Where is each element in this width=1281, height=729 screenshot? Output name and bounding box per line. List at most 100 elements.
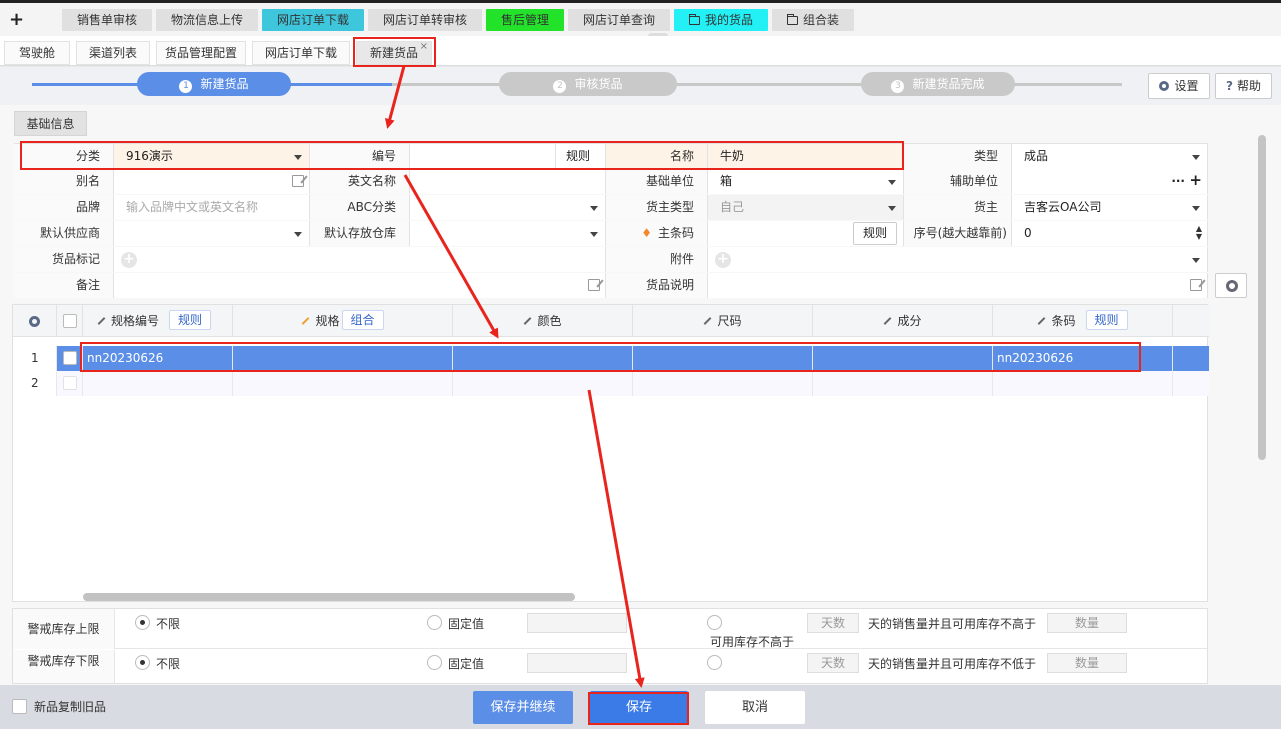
- upper-fixed-input[interactable]: [527, 613, 627, 633]
- owner-type-select[interactable]: 自己: [708, 195, 904, 220]
- material-cell[interactable]: [813, 371, 993, 396]
- remark-input[interactable]: [114, 273, 606, 298]
- upper-sales-radio[interactable]: [707, 615, 722, 630]
- edit-icon[interactable]: [1190, 279, 1202, 291]
- header-size: 尺码: [633, 305, 813, 337]
- table-row[interactable]: 1 nn20230626 nn20230626: [13, 346, 1209, 371]
- name-label: 名称: [606, 144, 708, 169]
- supplier-select[interactable]: [114, 221, 310, 246]
- more-icon[interactable]: ···: [1171, 169, 1185, 194]
- save-button[interactable]: 保存: [590, 691, 688, 724]
- barcode-cell[interactable]: nn20230626: [993, 346, 1173, 371]
- lower-qty-input[interactable]: 数量: [1047, 653, 1127, 673]
- upper-unlimited-label: 不限: [156, 617, 181, 631]
- spec-cell[interactable]: [233, 371, 453, 396]
- sub-tab-goods-config[interactable]: 货品管理配置: [156, 41, 246, 65]
- header-color: 颜色: [453, 305, 633, 337]
- add-attachment-icon[interactable]: +: [715, 252, 731, 268]
- spec-code-rule-button[interactable]: 规则: [169, 310, 212, 330]
- barcode-input[interactable]: 规则: [708, 221, 904, 246]
- category-label: 分类: [14, 144, 114, 169]
- size-cell[interactable]: [633, 371, 813, 396]
- code-input[interactable]: [410, 144, 556, 169]
- horizontal-scrollbar[interactable]: [83, 593, 575, 601]
- edit-icon[interactable]: [292, 175, 304, 187]
- size-cell[interactable]: [633, 346, 813, 371]
- grid-barcode-rule-button[interactable]: 规则: [1085, 310, 1128, 330]
- barcode-cell[interactable]: [993, 371, 1173, 396]
- lower-fixed-input[interactable]: [527, 653, 627, 673]
- top-tab-sales-review[interactable]: 销售单审核: [62, 9, 152, 31]
- color-cell[interactable]: [453, 346, 633, 371]
- table-row[interactable]: 2: [13, 371, 1209, 396]
- owner-select[interactable]: 吉客云OA公司: [1012, 195, 1208, 220]
- material-cell[interactable]: [813, 346, 993, 371]
- folder-icon: [688, 14, 700, 25]
- type-select[interactable]: 成品: [1012, 144, 1208, 169]
- vertical-scrollbar[interactable]: [1258, 135, 1266, 460]
- sub-tab-new-goods[interactable]: 新建货品 ×: [356, 41, 432, 65]
- gear-icon: [1159, 81, 1170, 91]
- warehouse-select[interactable]: [410, 221, 606, 246]
- top-tab-order-query[interactable]: 网店订单查询: [568, 9, 670, 31]
- cancel-button[interactable]: 取消: [705, 691, 805, 724]
- spinner-icon[interactable]: ▲ ▼: [1196, 225, 1202, 241]
- base-unit-select[interactable]: 箱: [708, 169, 904, 194]
- add-tag-icon[interactable]: +: [121, 252, 137, 268]
- upper-days-input[interactable]: 天数: [807, 613, 859, 633]
- aux-unit-field[interactable]: ··· +: [1012, 169, 1208, 194]
- barcode-rule-button[interactable]: 规则: [853, 222, 897, 245]
- select-all-checkbox[interactable]: [62, 314, 77, 328]
- chevron-down-icon[interactable]: [1192, 258, 1200, 263]
- upper-unlimited-radio[interactable]: [135, 615, 150, 630]
- grid-settings-cell[interactable]: [13, 305, 57, 337]
- alias-input[interactable]: [114, 169, 310, 194]
- spec-combo-button[interactable]: 组合: [341, 310, 384, 330]
- close-icon[interactable]: ×: [420, 36, 428, 58]
- lower-days-input[interactable]: 天数: [807, 653, 859, 673]
- sub-tab-order-download[interactable]: 网店订单下载: [252, 41, 350, 65]
- code-rule-button[interactable]: 规则: [556, 144, 606, 169]
- category-select[interactable]: 916演示: [114, 144, 310, 169]
- add-tab-icon[interactable]: +: [9, 9, 24, 30]
- name-input[interactable]: 牛奶: [708, 144, 904, 169]
- seq-input[interactable]: 0 ▲ ▼: [1012, 221, 1208, 246]
- row-checkbox[interactable]: [62, 376, 77, 390]
- folder-icon: [786, 14, 798, 25]
- step-2: 2 审核货品: [499, 72, 677, 96]
- top-tab-order-download[interactable]: 网店订单下载: [262, 9, 364, 31]
- sub-tab-channels[interactable]: 渠道列表: [76, 41, 150, 65]
- spec-cell[interactable]: [233, 346, 453, 371]
- edit-icon[interactable]: [588, 279, 600, 291]
- gear-icon: [29, 316, 40, 327]
- upper-fixed-radio[interactable]: [427, 615, 442, 630]
- color-cell[interactable]: [453, 371, 633, 396]
- lower-sales-radio[interactable]: [707, 655, 722, 670]
- top-tab-logistics-upload[interactable]: 物流信息上传: [156, 9, 258, 31]
- en-name-input[interactable]: [410, 169, 606, 194]
- form-settings-button[interactable]: [1215, 273, 1247, 298]
- sub-tab-cockpit[interactable]: 驾驶舱: [4, 41, 70, 65]
- settings-button[interactable]: 设置: [1148, 73, 1210, 99]
- spec-code-cell[interactable]: [83, 371, 233, 396]
- top-tab-after-sales[interactable]: 售后管理: [486, 9, 564, 31]
- help-button[interactable]: ? 帮助: [1215, 73, 1272, 99]
- copy-old-checkbox[interactable]: [12, 699, 27, 714]
- tab-basic-info[interactable]: 基础信息: [14, 111, 87, 136]
- spec-code-cell[interactable]: nn20230626: [83, 346, 233, 371]
- lower-limit-row: 警戒库存下限 不限 固定值 天数 天的销售量并且可用库存不低于 数量: [13, 650, 1207, 683]
- lower-unlimited-radio[interactable]: [135, 655, 150, 670]
- save-continue-button[interactable]: 保存并继续: [473, 691, 573, 724]
- row-checkbox[interactable]: [62, 351, 77, 365]
- attach-field: +: [708, 247, 1208, 272]
- lower-fixed-radio[interactable]: [427, 655, 442, 670]
- abc-select[interactable]: [410, 195, 606, 220]
- plus-icon[interactable]: +: [1189, 168, 1202, 193]
- brand-input[interactable]: 输入品牌中文或英文名称: [114, 195, 310, 220]
- upper-qty-input[interactable]: 数量: [1047, 613, 1127, 633]
- top-tab-my-goods[interactable]: 我的货品: [674, 9, 768, 31]
- desc-label: 货品说明: [606, 273, 708, 298]
- top-tab-order-to-review[interactable]: 网店订单转审核: [368, 9, 482, 31]
- top-tab-bundle[interactable]: 组合装: [772, 9, 854, 31]
- desc-input[interactable]: [708, 273, 1208, 298]
